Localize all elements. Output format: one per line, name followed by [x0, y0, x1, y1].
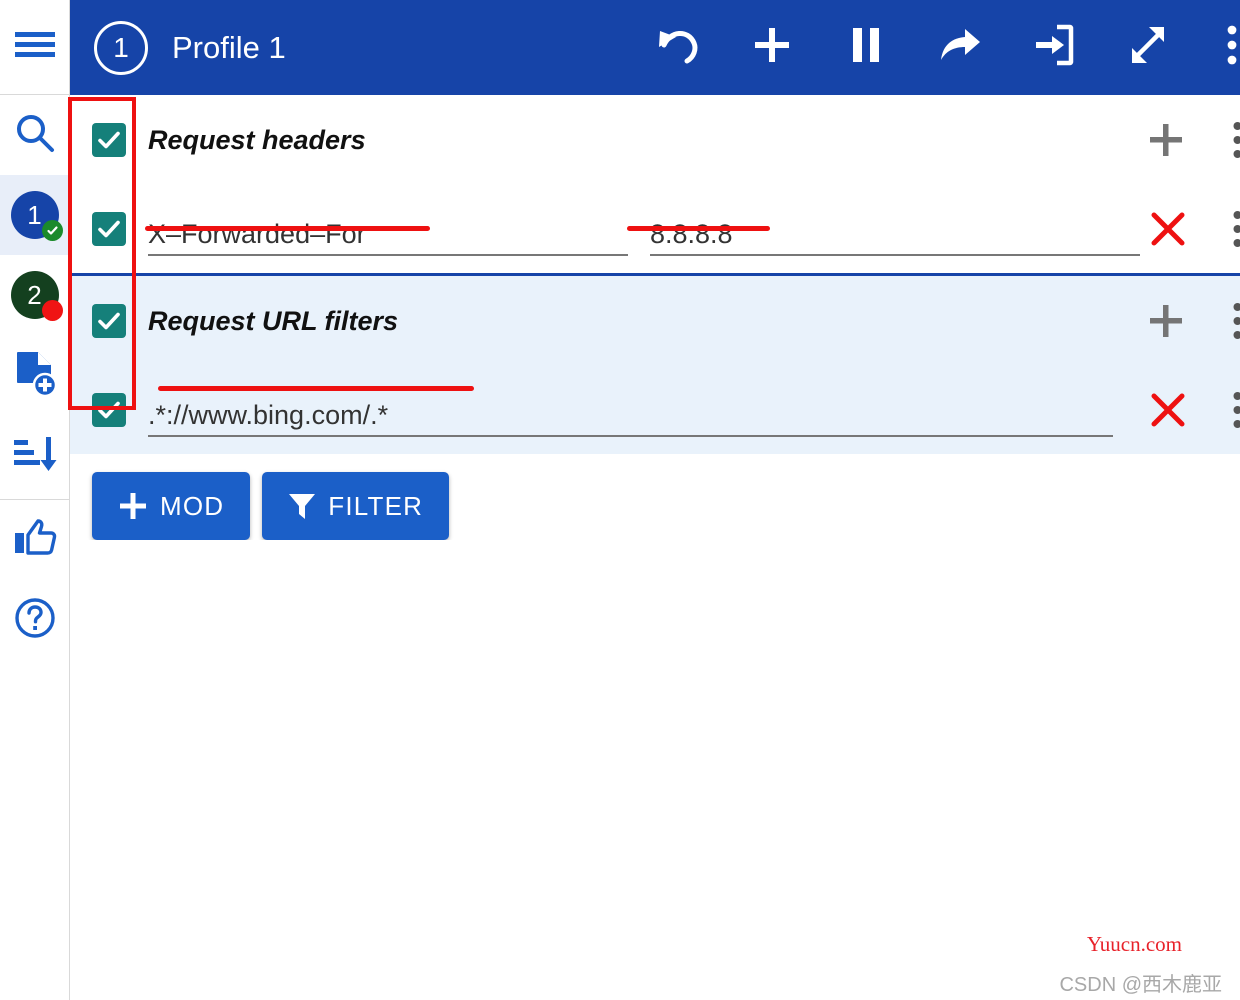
pause-icon	[848, 24, 884, 71]
watermark-author: CSDN @西木鹿亚	[1059, 974, 1222, 996]
sort-descending-icon	[12, 432, 58, 479]
file-add-icon	[13, 349, 57, 402]
header-row-overflow-menu-button[interactable]	[1218, 201, 1240, 257]
pause-button[interactable]	[834, 16, 898, 80]
filters-overflow-menu-button[interactable]	[1218, 293, 1240, 349]
sidebar-item-search[interactable]	[0, 95, 70, 175]
section-header-row: Request headers	[70, 95, 1240, 185]
add-header-button[interactable]	[1138, 112, 1194, 168]
section-title-headers: Request headers	[148, 124, 366, 155]
plus-icon	[118, 491, 148, 521]
section-enable-checkbox-filters[interactable]	[92, 304, 126, 338]
header-value-value: 8.8.8.8	[650, 219, 733, 249]
profile-1-number: 1	[27, 199, 42, 230]
action-buttons: MOD FILTER	[70, 454, 1240, 540]
overflow-menu-button[interactable]	[1214, 16, 1240, 80]
plus-icon	[750, 23, 794, 72]
profile-2-inactive-dot-icon	[41, 300, 63, 321]
help-circle-icon	[13, 596, 57, 645]
section-title-filters: Request URL filters	[148, 305, 399, 336]
profile-1-avatar: 1	[10, 191, 63, 241]
share-button[interactable]	[928, 16, 992, 80]
app-root: 1 2 1 Profile 1 Request headers X–Forwar…	[0, 0, 1240, 1000]
filter-url-value: .*://www.bing.com/.*	[148, 400, 389, 430]
sidebar-item-new-profile[interactable]	[0, 335, 70, 415]
add-mod-button[interactable]: MOD	[92, 472, 251, 540]
share-arrow-icon	[937, 24, 983, 71]
section-enable-checkbox-headers[interactable]	[92, 123, 126, 157]
add-filter-row-button[interactable]	[1138, 293, 1194, 349]
sidebar-item-profile-2[interactable]: 2	[0, 255, 70, 335]
appbar-profile-avatar: 1	[94, 20, 148, 75]
section-header-row: Request URL filters	[70, 276, 1240, 366]
add-button[interactable]	[740, 16, 804, 80]
header-name-input[interactable]: X–Forwarded–For	[148, 202, 628, 256]
profile-2-avatar: 2	[10, 271, 63, 321]
sidebar-item-help[interactable]	[0, 580, 70, 660]
undo-icon	[654, 23, 702, 72]
appbar-actions	[646, 16, 1240, 80]
add-filter-label: FILTER	[328, 490, 424, 521]
empty-canvas	[70, 540, 1240, 1000]
header-enable-checkbox[interactable]	[92, 212, 126, 246]
filter-entry-row: .*://www.bing.com/.*	[70, 366, 1240, 454]
undo-button[interactable]	[646, 16, 710, 80]
filter-url-underline	[148, 435, 1113, 437]
profile-2-number: 2	[27, 279, 42, 310]
header-value-underline	[650, 254, 1140, 256]
sidebar-item-profile-1[interactable]: 1	[0, 175, 70, 255]
appbar-profile-number: 1	[113, 31, 129, 63]
page-title: Profile 1	[172, 29, 286, 65]
login-icon	[1032, 23, 1076, 72]
header-name-value: X–Forwarded–For	[148, 219, 366, 249]
sidebar-item-thumbs-up[interactable]	[0, 500, 70, 580]
delete-filter-button[interactable]	[1140, 382, 1196, 438]
add-filter-button[interactable]: FILTER	[262, 472, 450, 540]
header-entry-row: X–Forwarded–For 8.8.8.8	[70, 185, 1240, 273]
watermark-site: Yuucn.com	[1086, 932, 1182, 956]
header-name-underline	[148, 254, 628, 256]
fullscreen-button[interactable]	[1116, 16, 1180, 80]
hamburger-icon	[14, 30, 56, 65]
section-request-headers: Request headers X–Forwarded–For 8.8.8.8	[70, 95, 1240, 273]
expand-icon	[1126, 23, 1170, 72]
section-request-url-filters: Request URL filters .*://www.bing.com/.*	[70, 276, 1240, 454]
filter-url-input[interactable]: .*://www.bing.com/.*	[148, 383, 1113, 437]
main-pane: 1 Profile 1 Request headers X–Forwarded–…	[70, 0, 1240, 1000]
filter-row-overflow-menu-button[interactable]	[1218, 382, 1240, 438]
header-value-input[interactable]: 8.8.8.8	[650, 202, 1140, 256]
filter-enable-checkbox[interactable]	[92, 393, 126, 427]
app-bar: 1 Profile 1	[70, 0, 1240, 95]
thumbs-up-icon	[13, 517, 57, 564]
add-mod-label: MOD	[160, 490, 225, 521]
search-icon	[14, 112, 56, 159]
funnel-icon	[288, 491, 316, 521]
kebab-menu-icon	[1227, 24, 1237, 71]
profile-1-active-check-icon	[41, 220, 63, 241]
left-rail: 1 2	[0, 0, 70, 1000]
import-button[interactable]	[1022, 16, 1086, 80]
hamburger-menu-button[interactable]	[0, 0, 70, 95]
delete-header-button[interactable]	[1140, 201, 1196, 257]
sidebar-item-sort[interactable]	[0, 415, 70, 495]
headers-overflow-menu-button[interactable]	[1218, 112, 1240, 168]
